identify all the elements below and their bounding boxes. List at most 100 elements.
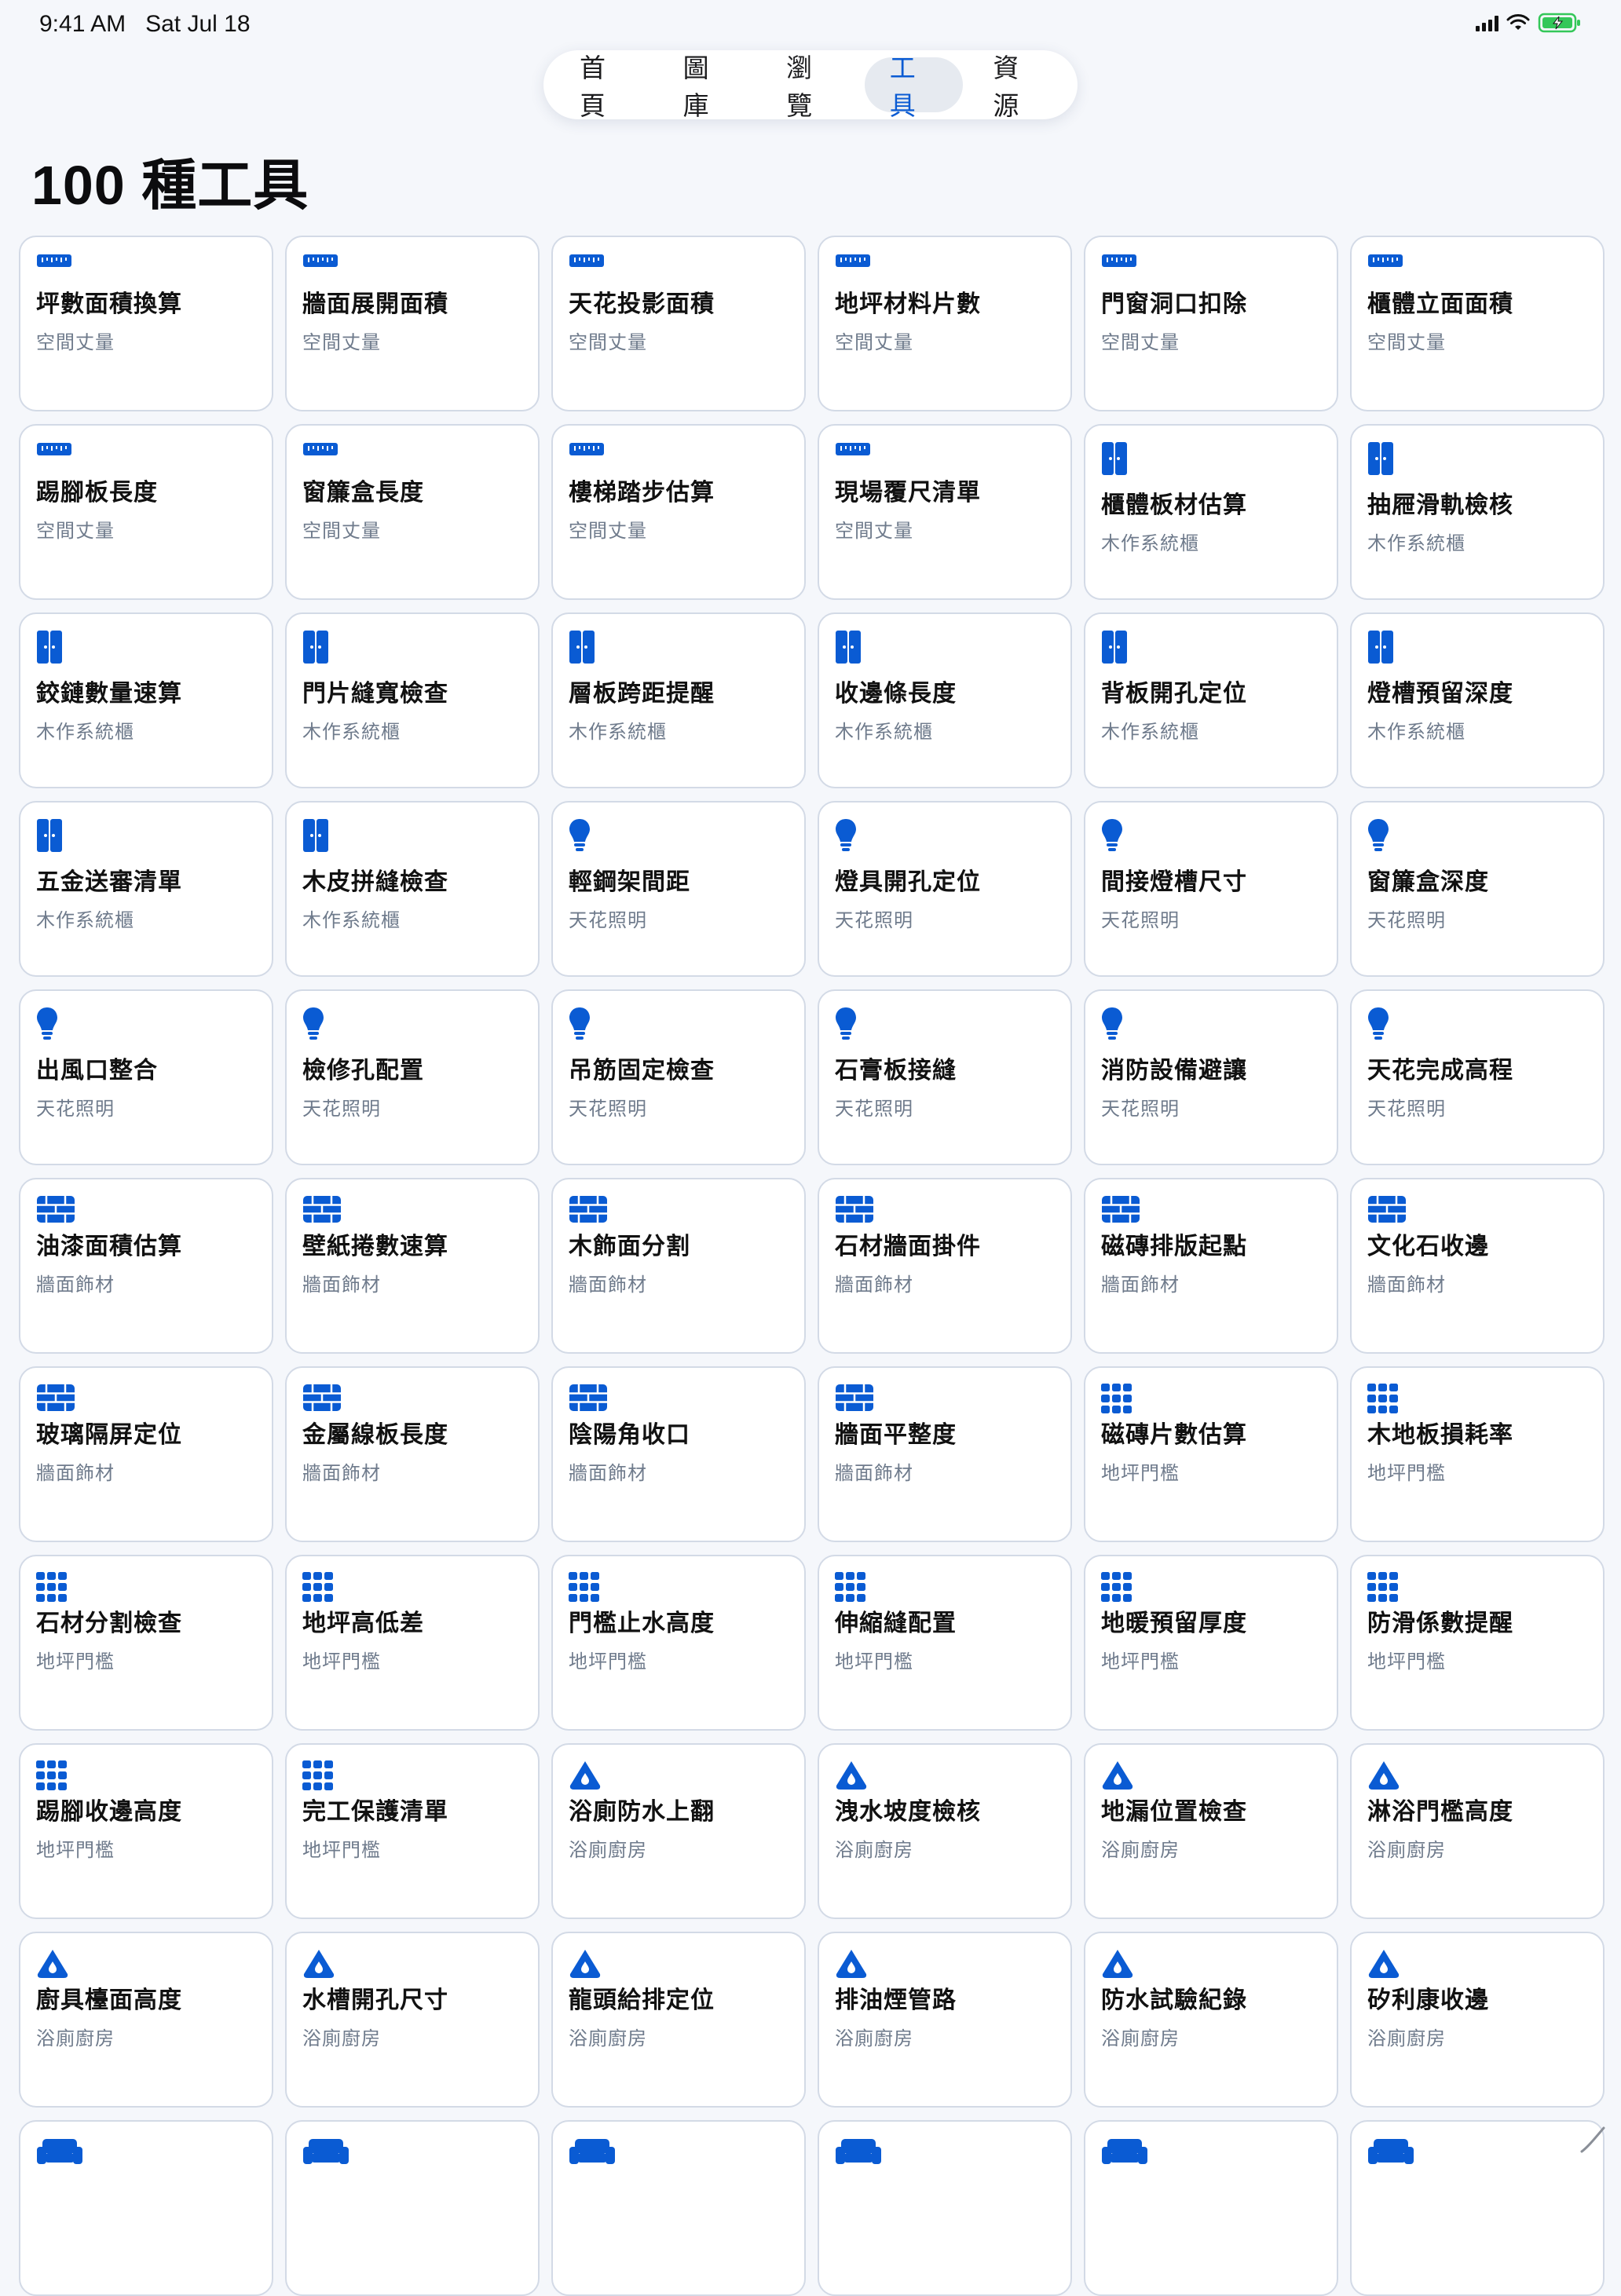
tool-card[interactable]: 輕鋼架間距 天花照明	[551, 801, 806, 977]
tool-card[interactable]: 油漆面積估算 牆面飾材	[19, 1178, 273, 1354]
ruler-icon	[302, 253, 522, 276]
tool-card[interactable]: 地暖預留厚度 地坪門檻	[1084, 1555, 1338, 1731]
tool-card[interactable]: 陰陽角收口 牆面飾材	[551, 1366, 806, 1542]
tab-0[interactable]: 首頁	[554, 53, 653, 120]
tool-card[interactable]: 洩水坡度檢核 浴廁廚房	[818, 1743, 1072, 1919]
tool-card[interactable]: 石膏板接縫 天花照明	[818, 989, 1072, 1165]
tool-card[interactable]: 廚具檯面高度 浴廁廚房	[19, 1932, 273, 2108]
tool-title: 天花投影面積	[569, 291, 715, 317]
tool-card[interactable]	[1084, 2120, 1338, 2296]
tool-card[interactable]: 檢修孔配置 天花照明	[285, 989, 540, 1165]
tool-card[interactable]: 矽利康收邊 浴廁廚房	[1350, 1932, 1605, 2108]
cabinet-icon	[835, 630, 1055, 666]
tool-category: 浴廁廚房	[1367, 2028, 1446, 2049]
tool-title: 陰陽角收口	[569, 1422, 690, 1448]
tool-card[interactable]: 地坪高低差 地坪門檻	[285, 1555, 540, 1731]
tool-card[interactable]: 樓梯踏步估算 空間丈量	[551, 424, 806, 600]
tool-card[interactable]: 浴廁防水上翻 浴廁廚房	[551, 1743, 806, 1919]
tool-card[interactable]: 伸縮縫配置 地坪門檻	[818, 1555, 1072, 1731]
wall-tiles-icon	[569, 1195, 789, 1223]
tool-card[interactable]: 收邊條長度 木作系統櫃	[818, 612, 1072, 788]
ruler-icon	[36, 253, 256, 276]
tool-title: 樓梯踏步估算	[569, 480, 715, 506]
tool-card[interactable]: 磁磚片數估算 地坪門檻	[1084, 1366, 1338, 1542]
tool-card[interactable]: 防水試驗紀錄 浴廁廚房	[1084, 1932, 1338, 2108]
tool-card[interactable]: 木皮拼縫檢查 木作系統櫃	[285, 801, 540, 977]
top-tab-bar: 首頁 圖庫 瀏覽 工具 資源	[543, 50, 1078, 120]
tool-card[interactable]: 地漏位置檢查浴廁廚房	[1084, 1743, 1338, 1919]
tab-1[interactable]: 圖庫	[658, 53, 757, 120]
status-time: 9:41 AM Sat Jul 18	[39, 11, 251, 38]
tool-category: 天花照明	[835, 1099, 913, 1120]
tool-card[interactable]: 櫃體板材估算 木作系統櫃	[1084, 424, 1338, 600]
tool-card[interactable]: 壁紙捲數速算 牆面飾材	[285, 1178, 540, 1354]
tab-3[interactable]: 工具	[864, 53, 964, 120]
tool-title: 伸縮縫配置	[835, 1610, 957, 1636]
ruler-icon	[835, 441, 1055, 465]
tool-card[interactable]: 櫃體立面面積 空間丈量	[1350, 236, 1605, 411]
tool-card[interactable]: 文化石收邊 牆面飾材	[1350, 1178, 1605, 1354]
tool-category: 空間丈量	[835, 521, 913, 542]
tool-card[interactable]: 木地板損耗率 地坪門檻	[1350, 1366, 1605, 1542]
tool-card[interactable]: 排油煙管路 浴廁廚房	[818, 1932, 1072, 2108]
tool-card[interactable]: 抽屜滑軌檢核 木作系統櫃	[1350, 424, 1605, 600]
tool-card[interactable]: 窗簾盒長度 空間丈量	[285, 424, 540, 600]
tool-title: 燈槽預留深度	[1367, 681, 1513, 707]
tool-title: 天花完成高程	[1367, 1058, 1513, 1084]
tool-card[interactable]: 石材分割檢查 地坪門檻	[19, 1555, 273, 1731]
tool-card[interactable]: 窗簾盒深度 天花照明	[1350, 801, 1605, 977]
tool-card[interactable]: 門窗洞口扣除 空間丈量	[1084, 236, 1338, 411]
tool-card[interactable]: 消防設備避讓 天花照明	[1084, 989, 1338, 1165]
tool-card[interactable]: 地坪材料片數 空間丈量	[818, 236, 1072, 411]
tool-title: 壁紙捲數速算	[302, 1234, 448, 1260]
cabinet-icon	[302, 630, 522, 666]
tool-card[interactable]: 間接燈槽尺寸 天花照明	[1084, 801, 1338, 977]
tool-category: 浴廁廚房	[835, 2028, 913, 2049]
tool-category: 浴廁廚房	[569, 1840, 647, 1861]
tool-card[interactable]	[551, 2120, 806, 2296]
tool-card[interactable]: 水槽開孔尺寸 浴廁廚房	[285, 1932, 540, 2108]
tool-card[interactable]: 踢腳板長度 空間丈量	[19, 424, 273, 600]
tool-card[interactable]: 出風口整合 天花照明	[19, 989, 273, 1165]
tool-title: 地漏位置檢查	[1101, 1799, 1247, 1825]
tool-card[interactable]: 層板跨距提醒 木作系統櫃	[551, 612, 806, 788]
tool-card[interactable]: 木飾面分割 牆面飾材	[551, 1178, 806, 1354]
pencil-icon[interactable]	[1577, 2123, 1608, 2155]
tool-card[interactable]: 吊筋固定檢查 天花照明	[551, 989, 806, 1165]
tool-category: 地坪門檻	[1367, 1463, 1446, 1484]
tool-card[interactable]: 背板開孔定位 木作系統櫃	[1084, 612, 1338, 788]
tool-title: 層板跨距提醒	[569, 681, 715, 707]
tool-category: 浴廁廚房	[1101, 1840, 1180, 1861]
wall-tiles-icon	[1101, 1195, 1321, 1223]
tool-card[interactable]: 五金送審清單 木作系統櫃	[19, 801, 273, 977]
tool-card[interactable]: 踢腳收邊高度 地坪門檻	[19, 1743, 273, 1919]
lightbulb-icon	[36, 1007, 256, 1043]
tool-card[interactable]: 金屬線板長度 牆面飾材	[285, 1366, 540, 1542]
tool-card[interactable]: 燈具開孔定位 天花照明	[818, 801, 1072, 977]
tool-card[interactable]	[285, 2120, 540, 2296]
tool-card[interactable]: 天花投影面積 空間丈量	[551, 236, 806, 411]
tool-card[interactable]	[1350, 2120, 1605, 2296]
tool-card[interactable]: 牆面展開面積 空間丈量	[285, 236, 540, 411]
tool-card[interactable]: 坪數面積換算 空間丈量	[19, 236, 273, 411]
tool-card[interactable]: 現場覆尺清單 空間丈量	[818, 424, 1072, 600]
tool-card[interactable]: 完工保護清單 地坪門檻	[285, 1743, 540, 1919]
tool-card[interactable]: 防滑係數提醒 地坪門檻	[1350, 1555, 1605, 1731]
tool-card[interactable]: 天花完成高程 天花照明	[1350, 989, 1605, 1165]
tool-card[interactable]	[818, 2120, 1072, 2296]
tool-card[interactable]	[19, 2120, 273, 2296]
sofa-icon	[835, 2137, 1055, 2164]
tool-card[interactable]: 門片縫寬檢查 木作系統櫃	[285, 612, 540, 788]
tab-4[interactable]: 資源	[968, 53, 1067, 120]
tool-card[interactable]: 石材牆面掛件 牆面飾材	[818, 1178, 1072, 1354]
tool-card[interactable]: 磁磚排版起點 牆面飾材	[1084, 1178, 1338, 1354]
tool-card[interactable]: 淋浴門檻高度 浴廁廚房	[1350, 1743, 1605, 1919]
tool-card[interactable]: 門檻止水高度 地坪門檻	[551, 1555, 806, 1731]
tool-title: 牆面展開面積	[302, 291, 448, 317]
tool-card[interactable]: 龍頭給排定位 浴廁廚房	[551, 1932, 806, 2108]
tool-card[interactable]: 鉸鏈數量速算 木作系統櫃	[19, 612, 273, 788]
tab-2[interactable]: 瀏覽	[761, 53, 860, 120]
tool-card[interactable]: 牆面平整度 牆面飾材	[818, 1366, 1072, 1542]
tool-card[interactable]: 燈槽預留深度 木作系統櫃	[1350, 612, 1605, 788]
tool-card[interactable]: 玻璃隔屏定位 牆面飾材	[19, 1366, 273, 1542]
